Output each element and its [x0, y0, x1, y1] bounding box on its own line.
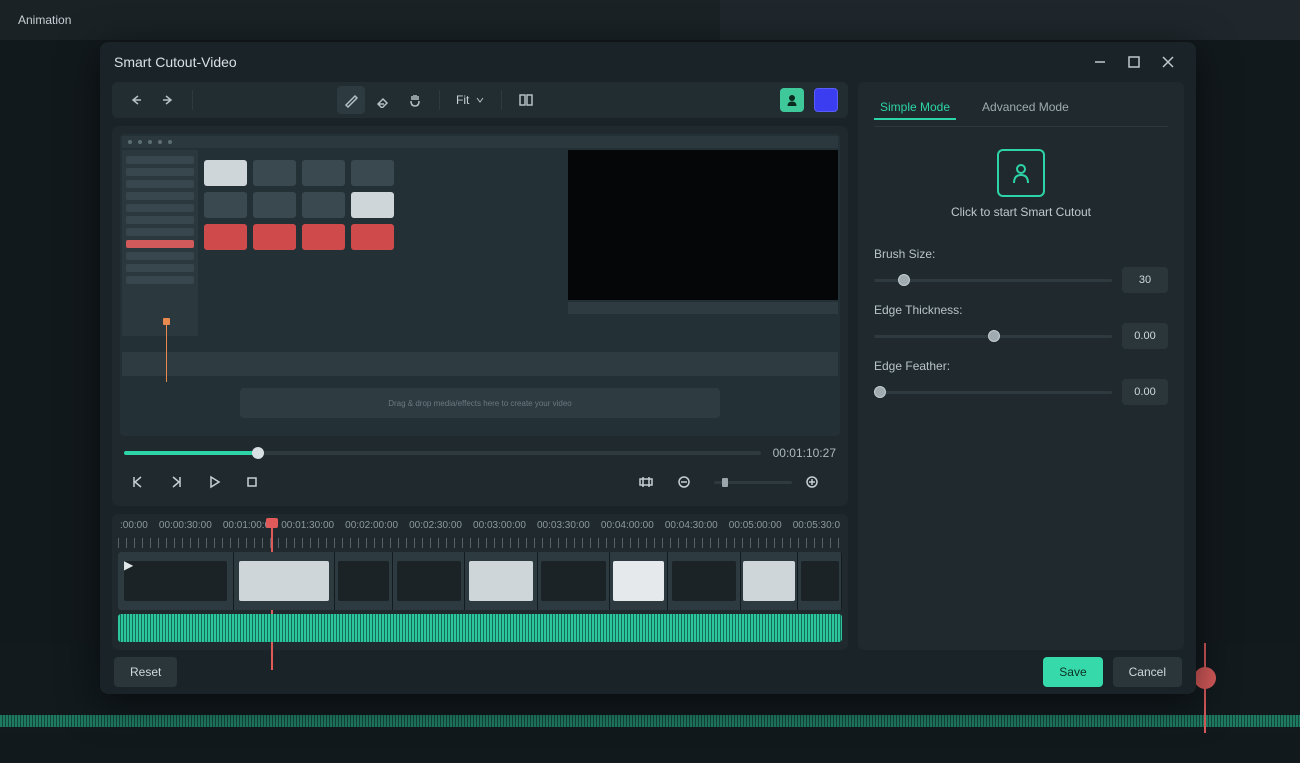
preview-fake-viewer-controls [568, 302, 838, 314]
preview-fake-grid [204, 160, 394, 250]
save-button[interactable]: Save [1043, 657, 1102, 687]
preview-panel: Drag & drop media/effects here to create… [112, 126, 848, 506]
mark-range-button[interactable] [632, 468, 660, 496]
maximize-button[interactable] [1120, 48, 1148, 76]
video-track[interactable]: ▶ [118, 552, 842, 610]
subject-chip[interactable] [780, 88, 804, 112]
ruler-label: 00:01:00:0 [223, 520, 270, 531]
undo-button[interactable] [122, 86, 150, 114]
clip-thumb[interactable] [393, 552, 465, 610]
zoom-fit-label: Fit [456, 93, 469, 107]
eraser-tool-button[interactable] [369, 86, 397, 114]
compare-toggle-button[interactable] [512, 86, 540, 114]
edge-feather-value[interactable]: 0.00 [1122, 379, 1168, 405]
zoom-fit-select[interactable]: Fit [450, 91, 491, 109]
background-color-chip[interactable] [814, 88, 838, 112]
ruler-label: 00:05:00:00 [729, 520, 782, 531]
ruler-label: 00:00:30:00 [159, 520, 212, 531]
ruler-label: 00:02:00:00 [345, 520, 398, 531]
preview-fake-viewer [568, 150, 838, 300]
zoom-slider-thumb[interactable] [722, 478, 728, 487]
right-panel: Simple Mode Advanced Mode Click to start… [858, 82, 1184, 650]
ruler-label: 00:03:00:00 [473, 520, 526, 531]
timecode-display: 00:01:10:27 [773, 446, 836, 460]
preview-toolbar: Fit [112, 82, 848, 118]
clip-thumb[interactable] [798, 552, 841, 610]
play-button[interactable] [200, 468, 228, 496]
zoom-out-button[interactable] [670, 468, 698, 496]
ruler-label: 00:05:30:0 [793, 520, 840, 531]
audio-waveform[interactable] [118, 614, 842, 642]
preview-fake-playhead [166, 322, 167, 382]
background-tab-animation[interactable]: Animation [10, 9, 79, 31]
ruler-label: 00:03:30:00 [537, 520, 590, 531]
cancel-button[interactable]: Cancel [1113, 657, 1182, 687]
background-waveform [0, 715, 1300, 727]
modal-footer: Reset Save Cancel [100, 650, 1196, 694]
stop-button[interactable] [238, 468, 266, 496]
modal-title: Smart Cutout-Video [114, 54, 237, 70]
edge-thickness-thumb[interactable] [988, 330, 1000, 342]
reset-button[interactable]: Reset [114, 657, 177, 687]
clip-thumb[interactable] [335, 552, 393, 610]
clip-thumb[interactable] [465, 552, 537, 610]
close-button[interactable] [1154, 48, 1182, 76]
edge-feather-label: Edge Feather: [874, 359, 1168, 373]
clip-thumb[interactable]: ▶ [118, 552, 234, 610]
ruler-label: 00:01:30:00 [281, 520, 334, 531]
preview-fake-drop-hint: Drag & drop media/effects here to create… [240, 388, 720, 418]
ruler-label: 00:02:30:00 [409, 520, 462, 531]
scrub-track[interactable] [124, 451, 761, 455]
clip-thumb[interactable] [234, 552, 335, 610]
edge-feather-thumb[interactable] [874, 386, 886, 398]
brush-size-thumb[interactable] [898, 274, 910, 286]
clip-thumb[interactable] [668, 552, 740, 610]
timeline-panel: :00:00 00:00:30:00 00:01:00:0 00:01:30:0… [112, 514, 848, 650]
brush-size-slider[interactable] [874, 279, 1112, 282]
background-top-right [720, 0, 1300, 40]
timeline-ruler[interactable]: :00:00 00:00:30:00 00:01:00:0 00:01:30:0… [118, 520, 842, 548]
preview-canvas[interactable]: Drag & drop media/effects here to create… [120, 134, 840, 436]
edge-thickness-slider[interactable] [874, 335, 1112, 338]
minimize-button[interactable] [1086, 48, 1114, 76]
zoom-slider[interactable] [714, 481, 792, 484]
tab-advanced-mode[interactable]: Advanced Mode [976, 96, 1075, 120]
edge-feather-slider[interactable] [874, 391, 1112, 394]
edge-thickness-label: Edge Thickness: [874, 303, 1168, 317]
preview-fake-menubar [122, 136, 838, 148]
brush-tool-button[interactable] [337, 86, 365, 114]
prev-frame-button[interactable] [124, 468, 152, 496]
scrub-thumb[interactable] [252, 447, 264, 459]
clip-thumb[interactable] [741, 552, 799, 610]
brush-size-label: Brush Size: [874, 247, 1168, 261]
ruler-label: 00:04:00:00 [601, 520, 654, 531]
ruler-label: 00:04:30:00 [665, 520, 718, 531]
smart-cutout-icon[interactable] [997, 149, 1045, 197]
tab-simple-mode[interactable]: Simple Mode [874, 96, 956, 120]
chevron-down-icon [475, 95, 485, 105]
next-frame-button[interactable] [162, 468, 190, 496]
smart-cutout-modal: Smart Cutout-Video Fit [100, 42, 1196, 694]
smart-cutout-start-text: Click to start Smart Cutout [874, 205, 1168, 219]
ruler-ticks [118, 538, 842, 548]
scrub-fill [124, 451, 258, 455]
edge-thickness-value[interactable]: 0.00 [1122, 323, 1168, 349]
hand-tool-button[interactable] [401, 86, 429, 114]
background-playhead [1204, 643, 1206, 733]
zoom-in-button[interactable] [798, 468, 826, 496]
clip-thumb[interactable] [610, 552, 668, 610]
clip-thumb[interactable] [538, 552, 610, 610]
ruler-label: :00:00 [120, 520, 148, 531]
redo-button[interactable] [154, 86, 182, 114]
brush-size-value[interactable]: 30 [1122, 267, 1168, 293]
modal-titlebar: Smart Cutout-Video [100, 42, 1196, 82]
preview-fake-sidebar [122, 150, 198, 336]
preview-fake-timeline [122, 352, 838, 376]
mode-tabs: Simple Mode Advanced Mode [874, 96, 1168, 127]
